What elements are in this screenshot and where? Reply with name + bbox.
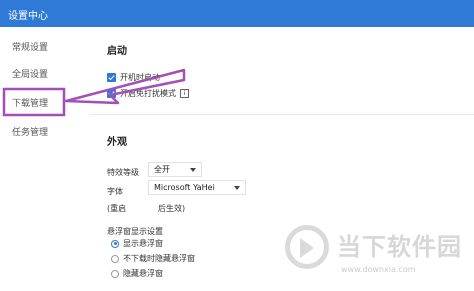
autostart-label: 开机时启动 bbox=[120, 73, 160, 82]
startup-option-dnd[interactable]: 开启免打扰模式 i bbox=[107, 88, 189, 99]
float-hide-idle-label: 不下载时隐藏悬浮窗 bbox=[123, 254, 195, 263]
title-bar: 设置中心 bbox=[0, 0, 474, 27]
font-value: Microsoft YaHei bbox=[154, 183, 215, 192]
font-label: 字体 bbox=[107, 187, 123, 196]
float-option-hide[interactable]: 隐藏悬浮窗 bbox=[111, 268, 163, 279]
watermark: 当下软件园 www.downxia.com bbox=[285, 225, 470, 287]
float-hide-label: 隐藏悬浮窗 bbox=[123, 269, 163, 278]
float-option-show[interactable]: 显示悬浮窗 bbox=[111, 238, 163, 249]
watermark-title: 当下软件园 bbox=[337, 233, 462, 261]
autostart-checkbox[interactable] bbox=[107, 73, 116, 82]
float-hide-radio[interactable] bbox=[111, 269, 119, 278]
startup-section-title: 启动 bbox=[107, 46, 127, 57]
dnd-label: 开启免打扰模式 bbox=[120, 89, 176, 98]
window-title: 设置中心 bbox=[8, 11, 48, 22]
font-select[interactable]: Microsoft YaHei bbox=[148, 180, 246, 195]
float-show-radio[interactable] bbox=[111, 239, 119, 248]
section-divider bbox=[90, 114, 474, 115]
float-show-label: 显示悬浮窗 bbox=[123, 239, 163, 248]
info-icon[interactable]: i bbox=[180, 89, 189, 98]
watermark-url: www.downxia.com bbox=[341, 265, 416, 274]
appearance-section-title: 外观 bbox=[107, 137, 127, 148]
sidebar: 常规设置 全局设置 下载管理 任务管理 bbox=[0, 27, 90, 291]
chevron-down-icon bbox=[190, 168, 196, 172]
watermark-logo-icon bbox=[285, 225, 329, 269]
startup-option-autostart[interactable]: 开机时启动 bbox=[107, 72, 160, 83]
effect-level-value: 全开 bbox=[154, 165, 170, 174]
restart-note-start: (重启 bbox=[107, 204, 127, 213]
restart-note-end: 后生效) bbox=[158, 204, 186, 213]
effect-level-select[interactable]: 全开 bbox=[148, 162, 202, 177]
dnd-checkbox[interactable] bbox=[107, 89, 116, 98]
sidebar-item-global[interactable]: 全局设置 bbox=[0, 64, 90, 86]
sidebar-item-download[interactable]: 下载管理 bbox=[0, 93, 90, 115]
float-window-title: 悬浮窗显示设置 bbox=[107, 227, 163, 236]
sidebar-item-tasks[interactable]: 任务管理 bbox=[0, 122, 90, 144]
float-hide-idle-radio[interactable] bbox=[111, 254, 119, 263]
effect-level-label: 特效等级 bbox=[107, 168, 139, 177]
sidebar-item-general[interactable]: 常规设置 bbox=[0, 37, 90, 59]
chevron-down-icon bbox=[234, 186, 240, 190]
float-option-hide-idle[interactable]: 不下载时隐藏悬浮窗 bbox=[111, 253, 195, 264]
